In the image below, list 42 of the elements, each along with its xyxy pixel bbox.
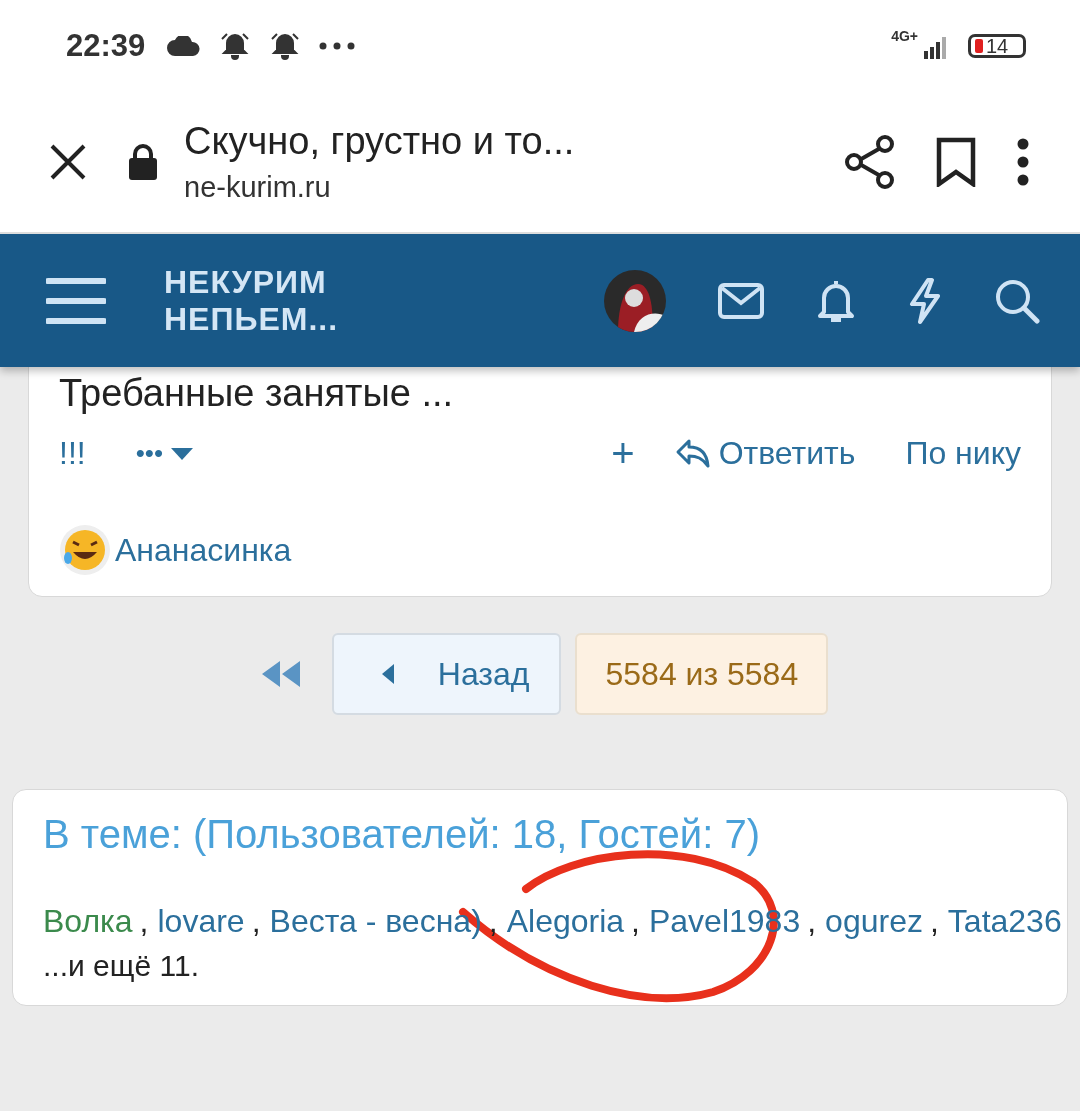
reply-link[interactable]: Ответить (674, 435, 856, 472)
reply-icon (674, 437, 711, 470)
more-menu[interactable]: ••• (135, 438, 193, 469)
site-logo[interactable]: НЕКУРИМ НЕПЬЕМ... (164, 263, 339, 338)
user-link[interactable]: Волка (43, 903, 133, 939)
comma-separator: , (631, 903, 640, 939)
comma-separator: , (929, 903, 939, 939)
network-type: 4G+ (891, 28, 918, 44)
menu-icon[interactable] (1016, 137, 1030, 187)
comma-separator: , (488, 903, 498, 939)
battery-indicator: 14 (968, 34, 1026, 58)
search-icon[interactable] (994, 277, 1040, 324)
user-link[interactable]: ogurez (825, 903, 923, 939)
clock-time: 22:39 (66, 28, 146, 64)
share-icon[interactable] (844, 134, 896, 190)
lock-icon (128, 143, 158, 181)
react-link[interactable]: !!! (59, 435, 86, 472)
page-indicator[interactable]: 5584 из 5584 (575, 633, 829, 715)
lightning-icon[interactable] (908, 277, 942, 324)
cloud-icon (167, 36, 202, 56)
user-link[interactable]: Alegoria (506, 903, 625, 939)
more-users-text: ...и ещё 11. (43, 949, 200, 983)
add-button[interactable]: + (611, 431, 635, 476)
by-nick-link[interactable]: По нику (905, 435, 1021, 472)
back-button[interactable]: Назад (331, 633, 562, 715)
more-icon (319, 42, 356, 50)
post-text: Требанные занятые ... (59, 371, 455, 415)
reaction-user-link[interactable]: Ананасинка (115, 531, 292, 569)
online-heading[interactable]: В теме: (Пользователей: 18, Гостей: 7) (43, 812, 1037, 857)
page-title: Скучно, грустно и то... (184, 120, 576, 163)
user-link[interactable]: Tata236 (947, 903, 1062, 939)
comma-separator: , (251, 903, 261, 939)
comma-separator: , (807, 903, 817, 939)
close-icon[interactable] (48, 142, 88, 182)
comma-separator: , (139, 903, 149, 939)
laughing-emoji-icon (59, 524, 111, 576)
caret-icon (171, 447, 193, 460)
page-url: ne-kurim.ru (184, 171, 332, 204)
mail-icon[interactable] (718, 282, 764, 319)
first-page-icon[interactable] (261, 661, 300, 687)
bookmark-icon[interactable] (936, 137, 976, 187)
user-link[interactable]: lovare (157, 903, 245, 939)
